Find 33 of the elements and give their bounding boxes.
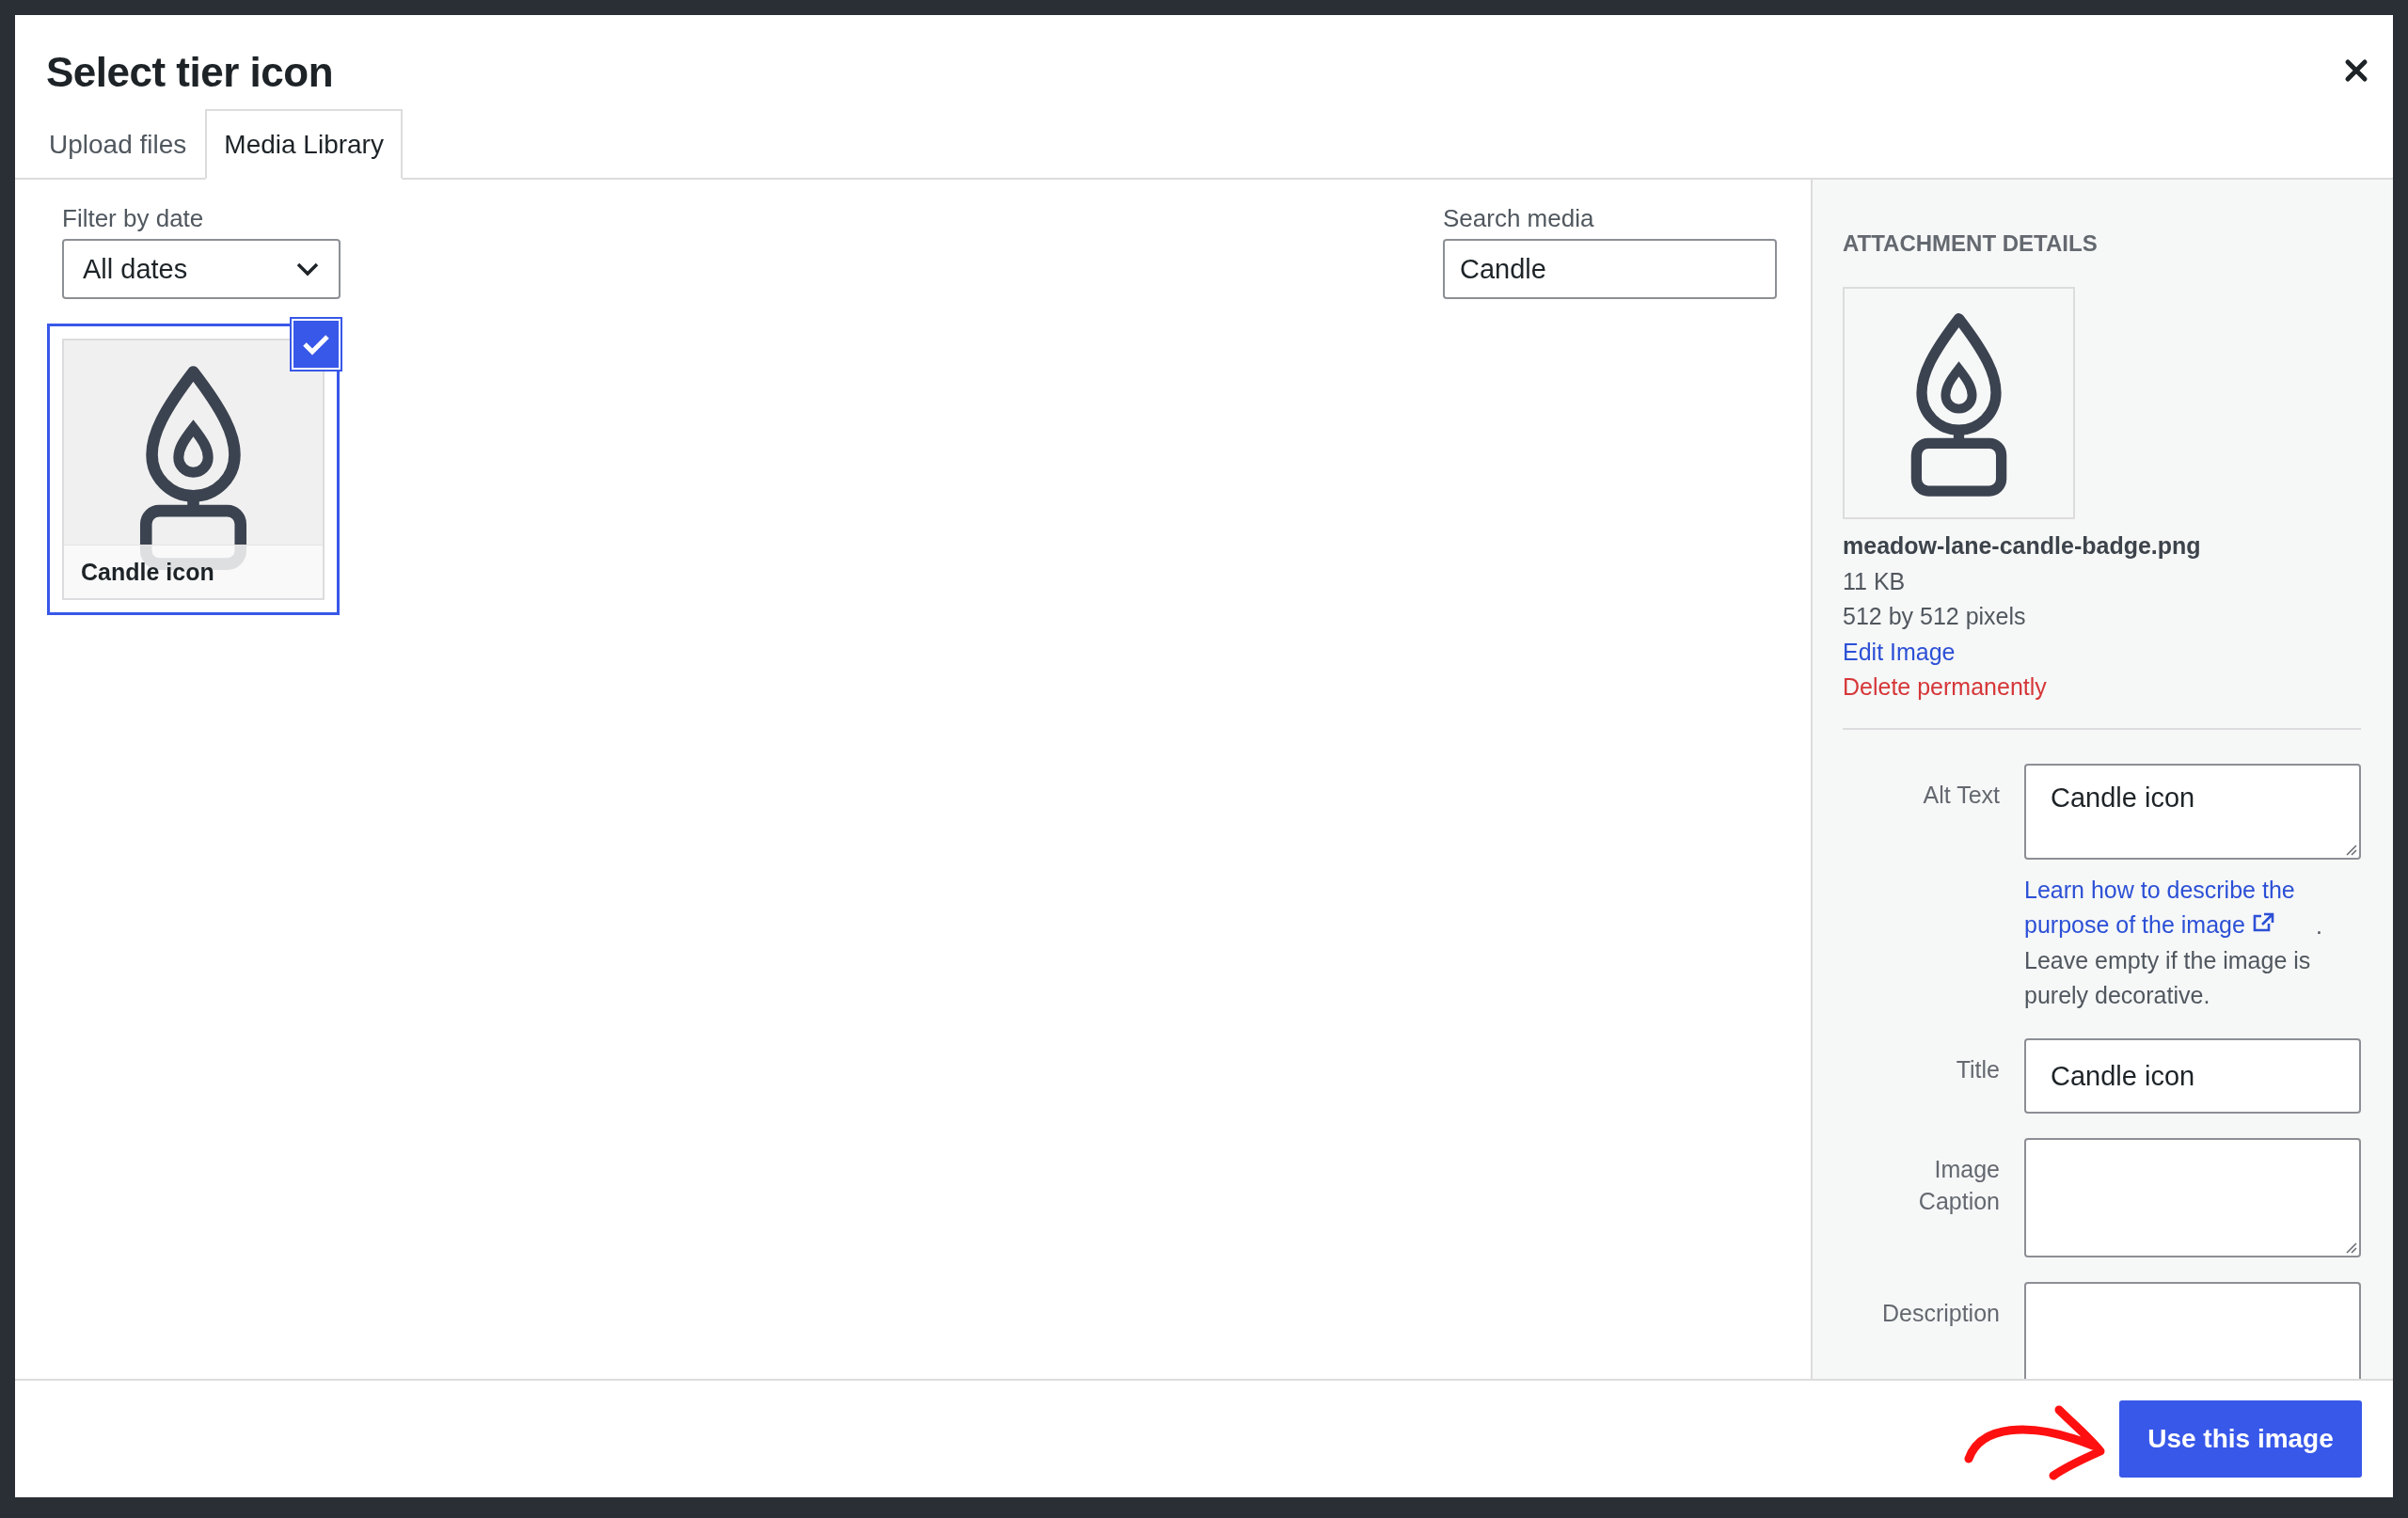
- text-field[interactable]: Candle icon: [2024, 1037, 2361, 1114]
- search-field[interactable]: Candle: [1443, 239, 1777, 299]
- image-dimensions: 512 by 512 pixels: [1843, 602, 2026, 631]
- external-link-icon: [2251, 912, 2274, 933]
- help-text: Leave empty if the image is purely decorative.: [2024, 945, 2312, 1010]
- delete-link[interactable]: Delete permanently: [1843, 670, 2047, 705]
- file-name: meadow-lane-candle-badge.png: [1843, 531, 2201, 561]
- edit-image-link[interactable]: Edit Image: [1843, 634, 1956, 670]
- help-link[interactable]: Learn how to describe the purpose of the image: [2024, 872, 2316, 943]
- tab[interactable]: Upload files: [30, 109, 206, 178]
- text-area[interactable]: [2024, 1137, 2361, 1257]
- field-label: Image Caption: [1917, 1154, 2000, 1216]
- file-size: 11 KB: [1843, 566, 1906, 596]
- resize-handle-icon[interactable]: [2344, 1240, 2357, 1254]
- text-area[interactable]: Candle icon: [2024, 763, 2361, 860]
- media-caption: Candle icon: [64, 545, 323, 598]
- chevron-down-icon: [295, 261, 320, 277]
- tab[interactable]: Media Library: [205, 109, 403, 180]
- field-label: Description: [1880, 1298, 2000, 1328]
- date-dropdown[interactable]: All dates: [62, 239, 341, 299]
- resize-handle-icon[interactable]: [2344, 842, 2357, 856]
- dialog-title: Select tier icon: [46, 49, 333, 96]
- use-image-button[interactable]: Use this image: [2119, 1400, 2362, 1478]
- text-area[interactable]: [2024, 1281, 2361, 1379]
- field-label: Alt Text: [1922, 780, 2000, 810]
- filter-label: Filter by date: [62, 204, 205, 233]
- checkmark-icon: [302, 333, 330, 356]
- period: .: [2316, 911, 2322, 938]
- checkbox[interactable]: [292, 319, 341, 370]
- section-heading: ATTACHMENT DETAILS: [1843, 230, 2099, 257]
- search-label: Search media: [1443, 204, 1595, 233]
- close-icon: [2344, 58, 2368, 83]
- field-label: Title: [1955, 1054, 2000, 1084]
